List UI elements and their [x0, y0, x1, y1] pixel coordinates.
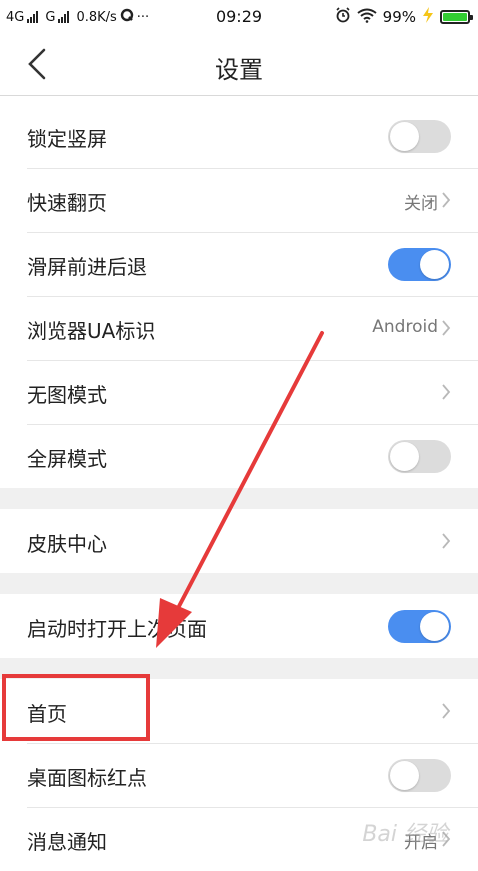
- charging-icon: [422, 7, 434, 27]
- toggle-knob: [420, 612, 449, 641]
- settings-row-label: 消息通知: [27, 830, 107, 854]
- toggle-knob: [390, 122, 419, 151]
- chevron-right-icon: [442, 703, 451, 719]
- settings-row-label: 桌面图标红点: [27, 766, 147, 790]
- settings-row[interactable]: 浏览器UA标识 Android: [0, 296, 478, 360]
- settings-row-value: 关闭: [404, 194, 438, 214]
- settings-row[interactable]: 快速翻页 关闭: [0, 168, 478, 232]
- settings-row-label: 滑屏前进后退: [27, 255, 147, 279]
- settings-row[interactable]: 全屏模式: [0, 424, 478, 488]
- battery-icon: [440, 10, 473, 24]
- toggle-knob: [420, 250, 449, 279]
- toggle-knob: [390, 761, 419, 790]
- settings-row[interactable]: 皮肤中心: [0, 509, 478, 573]
- settings-row-label: 无图模式: [27, 383, 107, 407]
- settings-row[interactable]: 锁定竖屏: [0, 104, 478, 168]
- toggle-switch[interactable]: [388, 610, 451, 643]
- settings-list: 锁定竖屏快速翻页 关闭滑屏前进后退 浏览器UA标识 Android 无图模式全屏模式皮肤…: [0, 104, 478, 871]
- settings-row-label: 全屏模式: [27, 447, 107, 471]
- status-bar: 4G G 0.8K/s ··· 09:29 99%: [0, 0, 478, 34]
- status-right: 99%: [335, 7, 473, 27]
- section-divider: [0, 488, 478, 509]
- settings-row-value: Android: [372, 317, 438, 337]
- toggle-switch[interactable]: [388, 759, 451, 792]
- settings-row[interactable]: 滑屏前进后退: [0, 232, 478, 296]
- chevron-right-icon: [442, 384, 451, 400]
- settings-row-label: 锁定竖屏: [27, 127, 107, 151]
- highlight-annotation: [2, 674, 150, 741]
- chevron-right-icon: [442, 320, 451, 336]
- alarm-icon: [335, 7, 351, 27]
- section-divider: [0, 573, 478, 594]
- wifi-icon: [357, 8, 377, 27]
- settings-row[interactable]: 桌面图标红点: [0, 743, 478, 807]
- chevron-right-icon: [442, 192, 451, 208]
- settings-row-label: 皮肤中心: [27, 532, 107, 556]
- settings-row-label: 快速翻页: [27, 191, 107, 215]
- settings-row[interactable]: 无图模式: [0, 360, 478, 424]
- page-title: 设置: [215, 56, 263, 84]
- chevron-right-icon: [442, 533, 451, 549]
- toggle-knob: [390, 442, 419, 471]
- toggle-switch[interactable]: [388, 120, 451, 153]
- settings-row[interactable]: 启动时打开上次页面: [0, 594, 478, 658]
- settings-row-label: 浏览器UA标识: [27, 319, 156, 343]
- watermark: Bai 经验: [362, 822, 448, 847]
- header: 设置: [0, 34, 478, 96]
- toggle-switch[interactable]: [388, 248, 451, 281]
- battery-percent: 99%: [382, 8, 416, 26]
- settings-row-label: 启动时打开上次页面: [27, 617, 207, 641]
- toggle-switch[interactable]: [388, 440, 451, 473]
